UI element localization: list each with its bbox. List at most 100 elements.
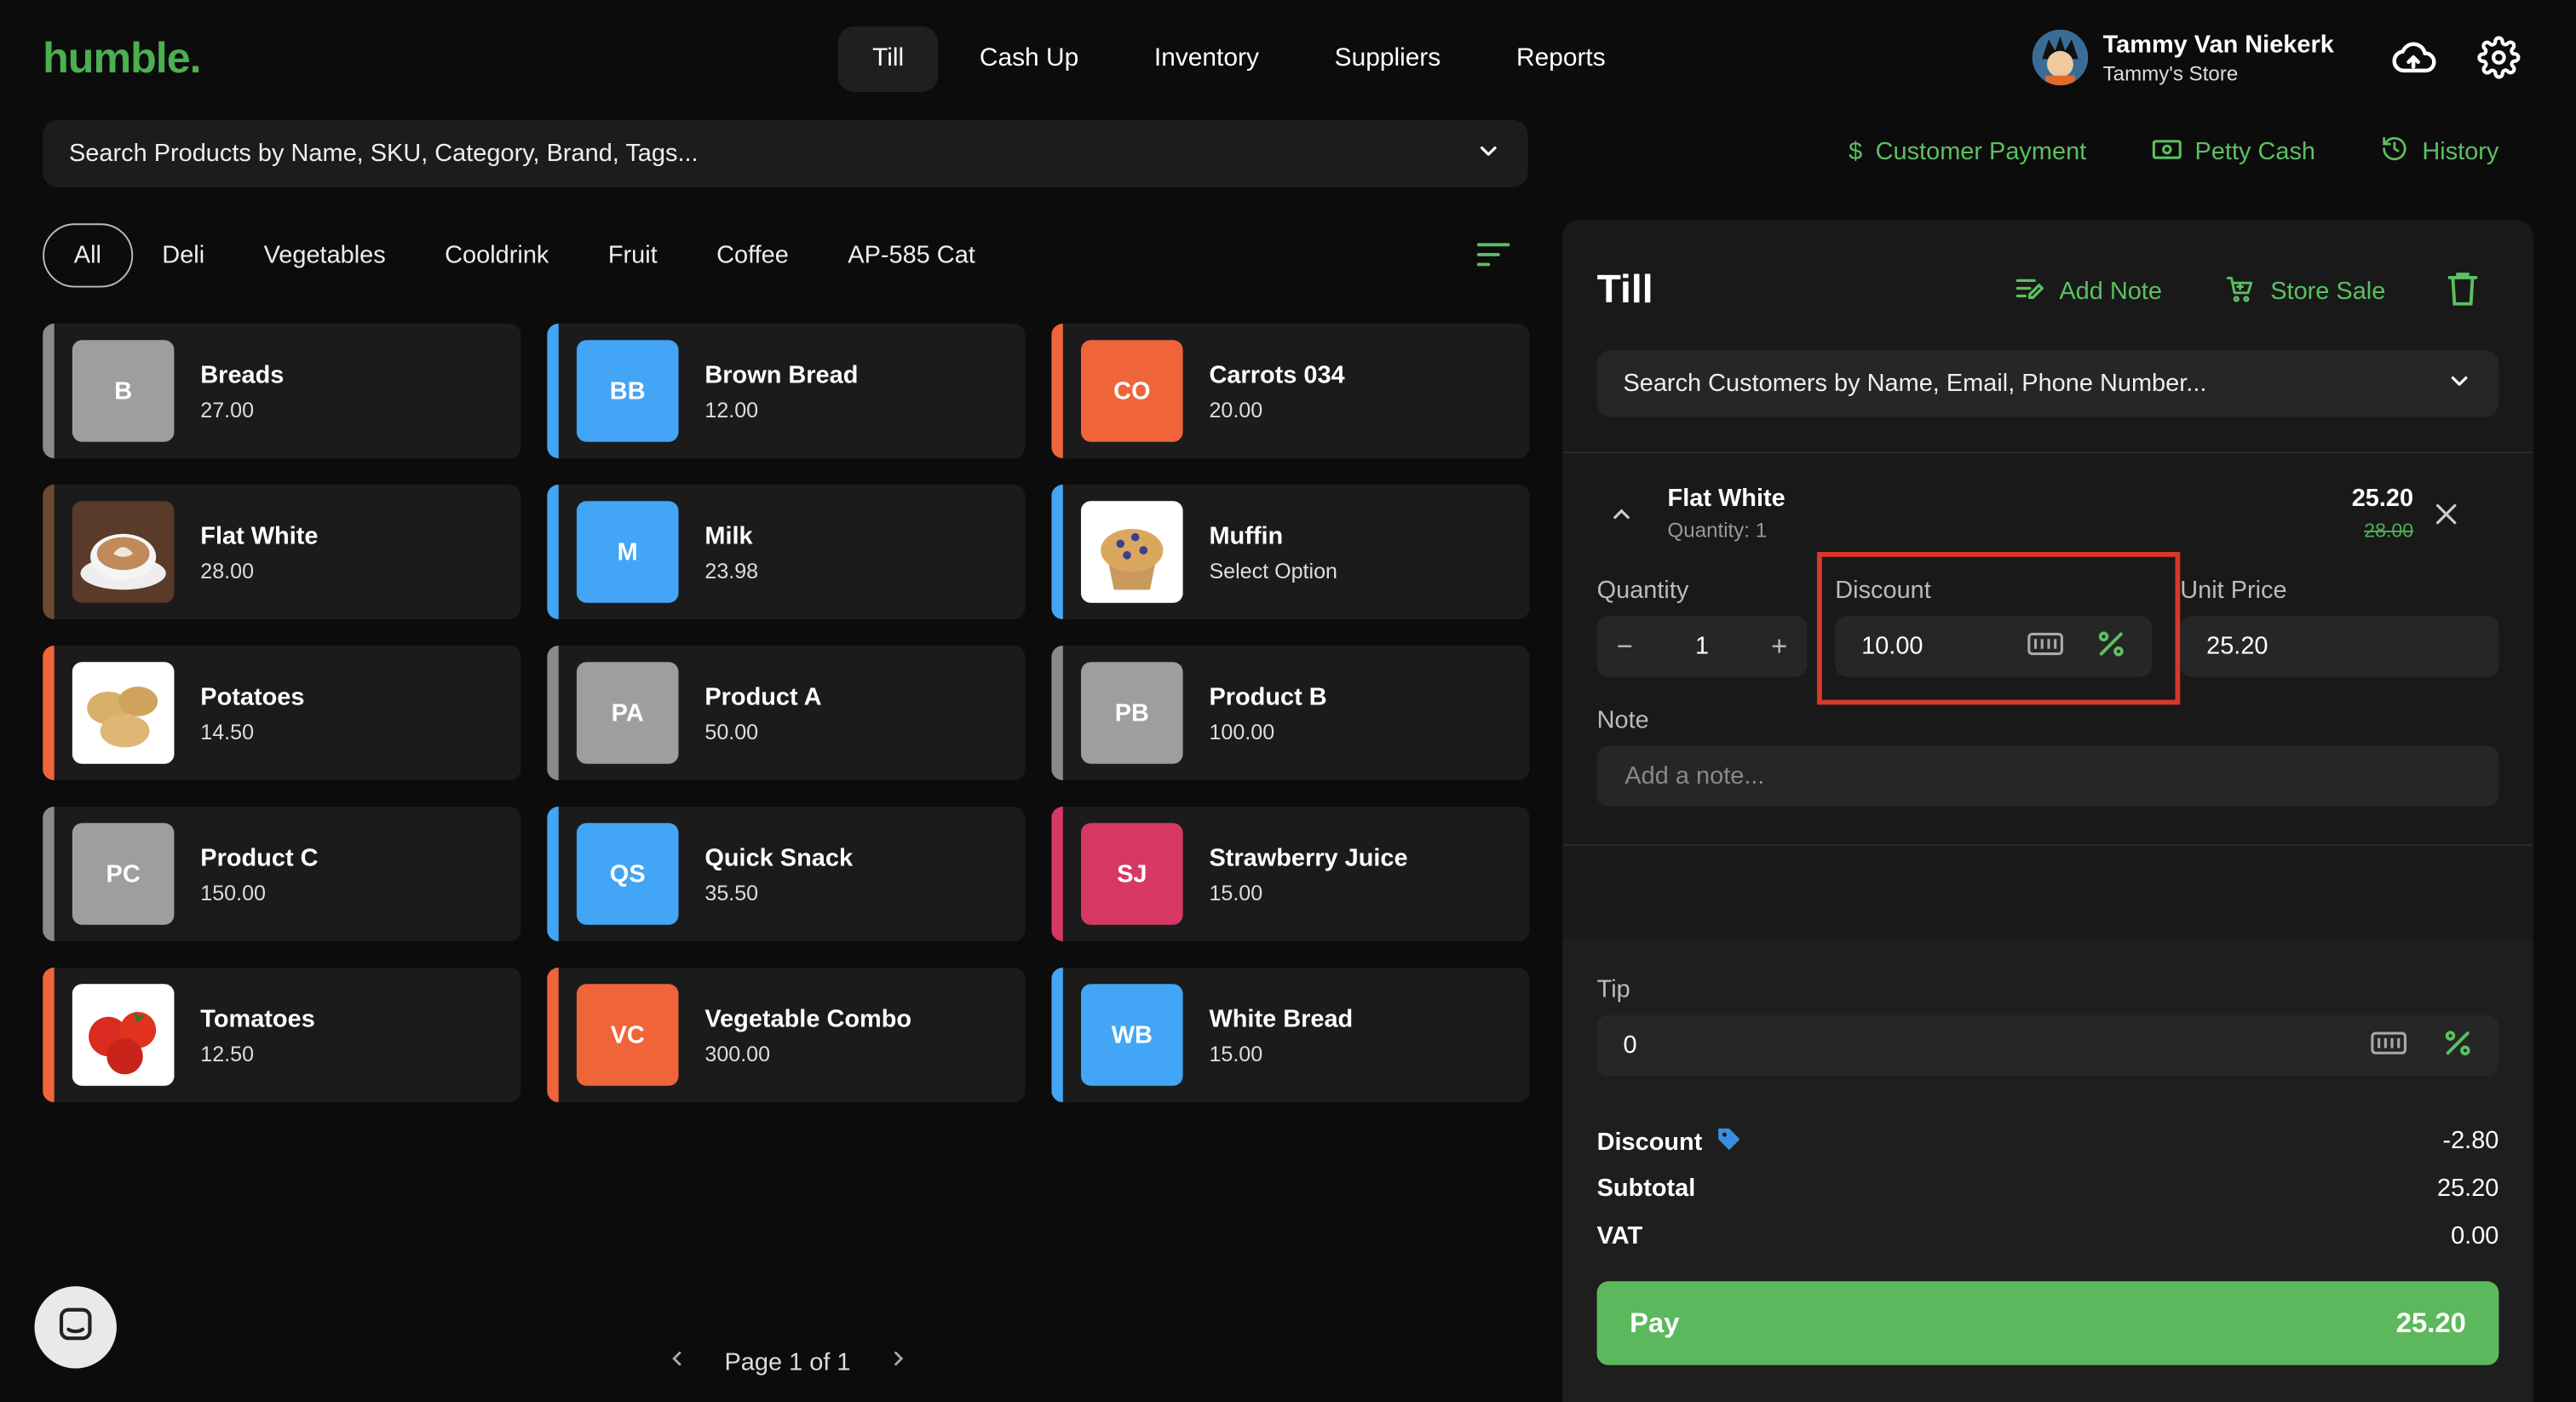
note-placeholder: Add a note... [1624,761,1765,790]
trash-icon[interactable] [2447,271,2478,312]
product-card[interactable]: WB White Bread 15.00 [1051,967,1530,1103]
petty-cash-label: Petty Cash [2194,138,2316,166]
product-category-stripe [43,645,55,781]
pay-amount: 25.20 [2395,1307,2466,1338]
product-card[interactable]: PC Product C 150.00 [43,806,521,942]
product-price: Select Option [1209,557,1337,583]
plus-icon[interactable]: + [1771,630,1787,664]
product-price: 150.00 [200,879,266,905]
category-fruit[interactable]: Fruit [578,223,687,287]
product-initials: WB [1111,1020,1153,1049]
pagination: Page 1 of 1 [665,1347,910,1376]
cart-item-quantity: Quantity: 1 [1667,519,1768,543]
history-button[interactable]: History [2381,135,2498,170]
sort-icon[interactable] [1475,240,1511,278]
tab-cash-up[interactable]: Cash Up [945,26,1113,92]
customer-search-input[interactable]: Search Customers by Name, Email, Phone N… [1596,349,2499,417]
category-vegetables[interactable]: Vegetables [234,223,416,287]
category-deli[interactable]: Deli [133,223,234,287]
product-name: Milk [704,521,753,550]
fixed-amount-icon[interactable] [2371,1029,2407,1062]
category-coffee[interactable]: Coffee [687,223,818,287]
product-price: 20.00 [1209,396,1263,422]
category-ap-585-cat[interactable]: AP-585 Cat [819,223,1005,287]
product-category-stripe [43,967,55,1103]
category-filter: All Deli Vegetables Cooldrink Fruit Coff… [43,223,1005,288]
summary-vat-value: 0.00 [2451,1221,2499,1250]
unit-price-input[interactable]: 25.20 [2180,616,2499,677]
add-note-button[interactable]: Add Note [2016,276,2162,307]
product-thumbnail: CO [1081,340,1183,442]
divider [1562,451,2533,454]
product-card[interactable]: VC Vegetable Combo 300.00 [547,967,1026,1103]
summary-discount-label: Discount [1596,1128,1703,1157]
summary-subtotal-label: Subtotal [1596,1174,1696,1203]
product-thumbnail: WB [1081,984,1183,1086]
quantity-value[interactable]: 1 [1695,633,1709,661]
product-card[interactable]: Muffin Select Option [1051,484,1530,620]
product-thumbnail: M [576,501,679,603]
cloud-upload-icon[interactable] [2390,36,2436,82]
product-thumbnail: PC [72,823,175,925]
product-card[interactable]: Potatoes 14.50 [43,645,521,781]
customer-payment-button[interactable]: $ Customer Payment [1849,135,2086,170]
history-icon [2381,135,2409,170]
tab-till[interactable]: Till [837,26,939,93]
tip-label: Tip [1596,975,1630,1004]
product-price: 14.50 [200,718,255,744]
product-card[interactable]: SJ Strawberry Juice 15.00 [1051,806,1530,942]
product-name: Product A [704,682,822,711]
tab-inventory[interactable]: Inventory [1119,26,1293,92]
product-card[interactable]: PB Product B 100.00 [1051,645,1530,781]
store-sale-button[interactable]: Store Sale [2224,273,2385,309]
product-card[interactable]: B Breads 27.00 [43,323,521,459]
product-card[interactable]: QS Quick Snack 35.50 [547,806,1026,942]
add-note-label: Add Note [2059,277,2162,306]
product-card[interactable]: CO Carrots 034 20.00 [1051,323,1530,459]
chevron-down-icon[interactable] [1475,137,1502,170]
product-card[interactable]: BB Brown Bread 12.00 [547,323,1026,459]
tab-suppliers[interactable]: Suppliers [1300,26,1475,92]
percent-icon[interactable] [2443,1027,2473,1063]
unit-price-label: Unit Price [2180,576,2287,605]
note-input[interactable]: Add a note... [1596,745,2499,807]
brand-logo[interactable]: humble. [43,33,201,84]
minus-icon[interactable]: − [1617,630,1633,664]
chevron-left-icon[interactable] [665,1347,688,1376]
chevron-right-icon[interactable] [887,1347,910,1376]
summary-vat-label: VAT [1596,1221,1643,1250]
customer-payment-label: Customer Payment [1875,138,2087,166]
till-panel: Till Add Note Store Sale Search Customer… [1562,220,2533,1402]
pos-app: humble. Till Cash Up Inventory Suppliers… [0,0,2576,1402]
product-category-stripe [1051,967,1063,1103]
product-category-stripe [547,323,559,459]
product-card[interactable]: PA Product A 50.00 [547,645,1026,781]
chat-support-button[interactable] [34,1286,117,1369]
product-name: Strawberry Juice [1209,843,1408,872]
petty-cash-button[interactable]: Petty Cash [2152,135,2315,170]
chevron-up-icon[interactable] [1608,501,1635,536]
product-card[interactable]: Flat White 28.00 [43,484,521,620]
product-search-placeholder: Search Products by Name, SKU, Category, … [69,139,699,168]
unit-price-value: 25.20 [2206,632,2268,661]
category-all[interactable]: All [43,223,133,288]
product-category-stripe [1051,323,1063,459]
tab-reports[interactable]: Reports [1481,26,1640,92]
close-icon[interactable] [2431,499,2461,537]
summary-subtotal-row: Subtotal 25.20 [1597,1175,2499,1203]
chevron-down-icon[interactable] [2447,367,2473,400]
gear-icon[interactable] [2477,36,2523,82]
product-price: 12.00 [704,396,759,422]
product-card[interactable]: M Milk 23.98 [547,484,1026,620]
product-initials: PB [1114,698,1149,727]
product-category-stripe [1051,645,1063,781]
product-card[interactable]: Tomatoes 12.50 [43,967,521,1103]
user-menu[interactable]: Tammy Van Niekerk Tammy's Store [2032,29,2334,86]
tip-input[interactable]: 0 [1596,1014,2499,1077]
product-category-stripe [43,323,55,459]
category-cooldrink[interactable]: Cooldrink [415,223,578,287]
pay-button[interactable]: Pay 25.20 [1596,1281,2499,1365]
product-search-input[interactable]: Search Products by Name, SKU, Category, … [43,119,1528,187]
tip-value: 0 [1623,1031,1637,1060]
summary-discount-value: -2.80 [2442,1127,2499,1155]
